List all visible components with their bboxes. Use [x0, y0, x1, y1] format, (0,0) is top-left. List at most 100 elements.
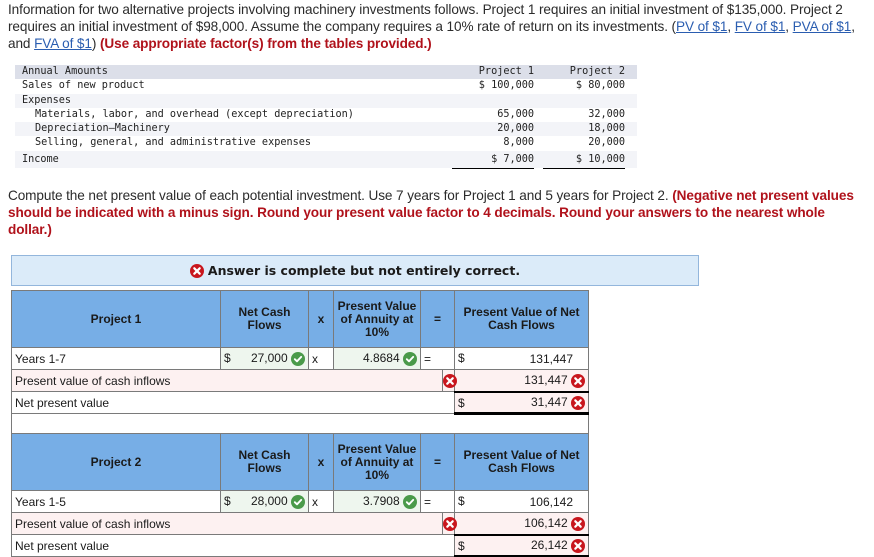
npv-label: Net present value: [10, 391, 456, 414]
header-times: x: [308, 433, 334, 491]
header-pv-annuity: Present Value of Annuity at 10%: [333, 433, 421, 491]
project-title: Project 1: [11, 290, 221, 348]
instructions: Compute the net present value of each po…: [8, 187, 868, 238]
project-2-value: $ 10,000: [543, 151, 625, 169]
reference-row: Depreciation—Machinery 20,000 18,000: [15, 122, 637, 137]
project-2-table: Project 2 Net Cash Flows x Present Value…: [10, 433, 590, 557]
project-2-value: 32,000: [588, 108, 625, 120]
banner-text: Answer is complete but not entirely corr…: [207, 263, 521, 278]
project-1-value: $ 100,000: [478, 80, 534, 92]
equals-sign: =: [419, 347, 456, 370]
currency-symbol: $: [458, 351, 465, 365]
table-row-pv-inflows: Present value of cash inflows 131,447: [11, 369, 590, 392]
net-cash-flow-value: 28,000: [250, 494, 288, 509]
x-circle-icon: [189, 256, 204, 285]
reference-header-label: Annual Amounts: [22, 66, 108, 77]
project-1-value: 65,000: [497, 108, 534, 120]
project-1-value: $ 7,000: [452, 151, 534, 169]
times-sign: x: [308, 347, 334, 370]
intro-emphasis: (Use appropriate factor(s) from the tabl…: [99, 36, 432, 51]
x-circle-icon: [443, 373, 457, 388]
check-circle-icon: [403, 351, 417, 366]
years-label: Years 1-7: [11, 347, 221, 370]
instructions-text: Compute the net present value of each po…: [8, 188, 673, 203]
currency-symbol: $: [458, 395, 465, 410]
link-pv-of-1[interactable]: PV of $1: [676, 19, 727, 34]
project-2-value: $ 80,000: [575, 80, 625, 92]
separator: ): [91, 36, 100, 51]
table-row-years: Years 1-5 $28,000 x 3.7908 = $106,142: [11, 490, 590, 513]
header-pv-annuity: Present Value of Annuity at 10%: [333, 290, 421, 348]
pv-result-value: 106,142: [529, 494, 574, 509]
header-times: x: [308, 290, 334, 348]
reference-table: Annual Amounts Project 1 Project 2 Sales…: [15, 65, 637, 169]
pv-result-value: 131,447: [529, 351, 574, 366]
link-fv-of-1[interactable]: FV of $1: [735, 19, 786, 34]
header-net-cash-flows: Net Cash Flows: [220, 433, 309, 491]
years-label: Years 1-5: [11, 490, 221, 513]
equals-sign: =: [419, 490, 456, 513]
pv-result: $131,447: [454, 347, 590, 370]
check-circle-icon: [291, 351, 305, 366]
npv-value: 31,447: [530, 394, 568, 409]
pv-factor-input[interactable]: 4.8684: [333, 347, 421, 370]
header-equals: =: [419, 433, 456, 491]
x-circle-icon: [443, 516, 457, 531]
row-label: Materials, labor, and overhead (except d…: [35, 108, 354, 120]
npv-input[interactable]: $26,142: [454, 533, 590, 557]
reference-row: Expenses: [15, 93, 637, 108]
link-fva-of-1[interactable]: FVA of $1: [34, 36, 92, 51]
currency-symbol: $: [458, 538, 465, 553]
table-row-years: Years 1-7 $27,000 x 4.8684 = $131,447: [11, 347, 590, 370]
header-pv-net-cash-flows: Present Value of Net Cash Flows: [454, 433, 590, 491]
separator: ,: [785, 19, 793, 34]
pv-factor-value: 3.7908: [362, 494, 400, 509]
check-circle-icon: [403, 494, 417, 509]
row-label: Selling, general, and administrative exp…: [35, 137, 312, 149]
project-title: Project 2: [11, 433, 221, 491]
pv-inflows-input[interactable]: 106,142: [454, 512, 590, 535]
header-net-cash-flows: Net Cash Flows: [220, 290, 309, 348]
reference-header-project-2: Project 2: [569, 66, 625, 77]
reference-row: Materials, labor, and overhead (except d…: [15, 108, 637, 122]
pv-inflows-status: [441, 369, 457, 392]
x-circle-icon: [571, 516, 586, 531]
currency-symbol: $: [224, 494, 231, 508]
row-label: Expenses: [22, 94, 72, 106]
reference-header-row: Annual Amounts Project 1 Project 2: [15, 65, 637, 80]
reference-header-project-1: Project 1: [478, 66, 534, 77]
net-cash-flow-input[interactable]: $28,000: [220, 490, 309, 513]
pv-inflows-value: 131,447: [524, 372, 568, 387]
table-header-row: Project 2 Net Cash Flows x Present Value…: [11, 433, 590, 491]
project-1-table: Project 1 Net Cash Flows x Present Value…: [10, 290, 590, 436]
reference-row-income: Income $ 7,000 $ 10,000: [15, 150, 637, 169]
reference-row: Sales of new product $ 100,000 $ 80,000: [15, 79, 637, 93]
pv-inflows-status: [441, 512, 457, 535]
table-row-pv-inflows: Present value of cash inflows 106,142: [11, 512, 590, 535]
project-2-value: 18,000: [588, 123, 625, 135]
row-label: Sales of new product: [22, 80, 145, 92]
header-pv-net-cash-flows: Present Value of Net Cash Flows: [454, 290, 590, 348]
pv-factor-input[interactable]: 3.7908: [333, 490, 421, 513]
npv-label: Net present value: [10, 534, 456, 557]
pv-inflows-input[interactable]: 131,447: [454, 369, 590, 392]
x-circle-icon: [571, 538, 586, 553]
link-pva-of-1[interactable]: PVA of $1: [793, 19, 852, 34]
x-circle-icon: [571, 395, 586, 410]
net-cash-flow-value: 27,000: [250, 351, 288, 366]
row-label: Depreciation—Machinery: [35, 123, 170, 135]
pv-result: $106,142: [454, 490, 590, 513]
table-row-npv: Net present value $26,142: [10, 533, 590, 557]
currency-symbol: $: [224, 351, 231, 365]
header-equals: =: [419, 290, 456, 348]
row-label: Income: [22, 153, 59, 165]
times-sign: x: [308, 490, 334, 513]
pv-inflows-label: Present value of cash inflows: [11, 369, 443, 392]
x-circle-icon: [571, 373, 586, 388]
pv-inflows-label: Present value of cash inflows: [11, 512, 443, 535]
npv-input[interactable]: $31,447: [454, 390, 590, 415]
npv-value: 26,142: [530, 537, 568, 552]
net-cash-flow-input[interactable]: $27,000: [220, 347, 309, 370]
check-circle-icon: [291, 494, 305, 509]
table-header-row: Project 1 Net Cash Flows x Present Value…: [11, 290, 590, 348]
